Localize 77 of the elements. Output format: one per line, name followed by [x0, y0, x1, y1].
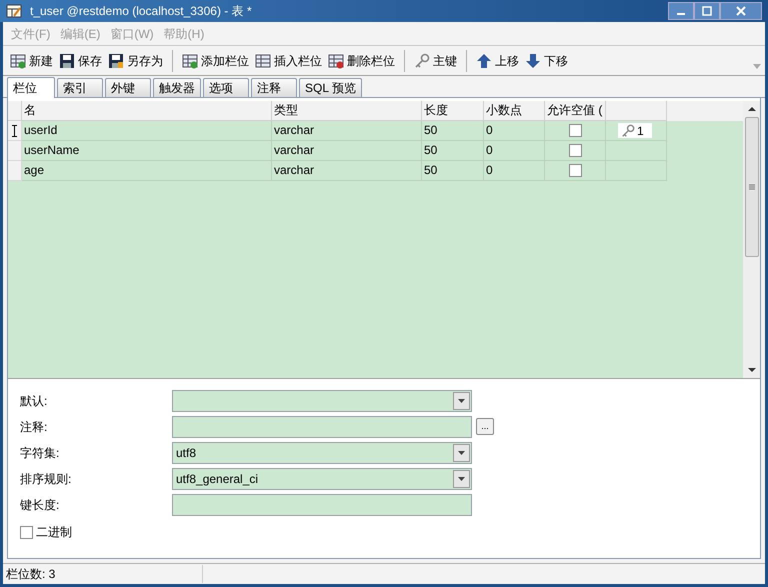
tab[interactable]: 外键: [105, 78, 151, 97]
field-label: 注释:: [20, 418, 48, 436]
caret-icon: [458, 398, 465, 402]
caret-icon: [458, 450, 465, 454]
close-icon: [735, 5, 747, 17]
table-cell: userName: [22, 141, 272, 161]
key-icon: [414, 52, 430, 68]
table-cell: varchar: [272, 141, 422, 161]
down-arrow-icon: [525, 52, 541, 68]
table-icon: [10, 52, 26, 68]
tab[interactable]: 注释: [251, 78, 297, 97]
dropdown[interactable]: utf8_general_ci: [172, 468, 472, 490]
tab[interactable]: 选项: [203, 78, 249, 97]
browse-button[interactable]: ...: [476, 418, 494, 435]
table-cell: varchar: [272, 161, 422, 181]
field-label: 键长度:: [20, 496, 60, 514]
maximize-icon: [701, 5, 713, 17]
table-icon: [328, 52, 344, 68]
checkbox-label: 二进制: [36, 524, 72, 541]
field-label: 默认:: [20, 392, 48, 410]
column-header[interactable]: 名: [22, 101, 272, 121]
toolbar-button[interactable]: 删除栏位: [325, 48, 398, 72]
table-icon: [255, 52, 271, 68]
table-cell: 50: [422, 161, 484, 181]
table-cell: varchar: [272, 121, 422, 141]
table-cell: 50: [422, 121, 484, 141]
status-text: 栏位数: 3: [3, 565, 203, 583]
vertical-scrollbar[interactable]: [743, 101, 760, 378]
row-header[interactable]: [8, 121, 22, 141]
toolbar-button[interactable]: 插入栏位: [252, 48, 325, 72]
input-field[interactable]: [172, 416, 472, 438]
window-title: t_user @restdemo (localhost_3306) - 表 *: [30, 3, 252, 20]
toolbar-button[interactable]: 上移: [473, 48, 522, 72]
tab[interactable]: 触发器: [153, 78, 201, 97]
column-header[interactable]: 小数点: [484, 101, 545, 121]
tab[interactable]: 索引: [57, 78, 103, 97]
tab[interactable]: SQL 预览: [299, 78, 362, 97]
key-icon: [620, 124, 636, 138]
column-header[interactable]: 长度: [422, 101, 484, 121]
table-cell: 0: [484, 141, 545, 161]
checkbox[interactable]: [568, 124, 582, 137]
table-cell: age: [22, 161, 272, 181]
table-edit-icon: [6, 3, 22, 19]
field-label: 字符集:: [20, 444, 60, 462]
floppy-icon: [59, 52, 75, 68]
checkbox[interactable]: [568, 164, 582, 177]
up-arrow-icon: [476, 52, 492, 68]
minimize-button[interactable]: [668, 2, 694, 20]
toolbar-button[interactable]: 添加栏位: [179, 48, 252, 72]
toolbar-button[interactable]: 保存: [56, 48, 105, 72]
scroll-thumb[interactable]: [744, 117, 758, 257]
floppy-icon: [108, 52, 124, 68]
column-header[interactable]: 允许空值 (: [545, 101, 606, 121]
toolbar-button[interactable]: 新建: [7, 48, 56, 72]
text-cursor-icon: [12, 124, 17, 136]
tab[interactable]: 栏位: [7, 77, 55, 98]
minimize-icon: [677, 13, 685, 15]
toolbar-button[interactable]: 主键: [411, 48, 460, 72]
caret-icon: [458, 476, 465, 480]
dropdown[interactable]: [172, 390, 472, 412]
table-cell: 0: [484, 161, 545, 181]
input-field[interactable]: [172, 494, 472, 516]
table-cell: 0: [484, 121, 545, 141]
dropdown[interactable]: utf8: [172, 442, 472, 464]
checkbox[interactable]: [568, 144, 582, 157]
table-icon: [182, 52, 198, 68]
column-header[interactable]: 类型: [272, 101, 422, 121]
checkbox[interactable]: [20, 526, 33, 538]
field-label: 排序规则:: [20, 470, 72, 488]
toolbar-button[interactable]: 另存为: [105, 48, 166, 72]
primary-key-badge: 1: [618, 123, 652, 138]
toolbar-button[interactable]: 下移: [522, 48, 571, 72]
close-button[interactable]: [720, 2, 762, 20]
overflow-caret-icon[interactable]: [753, 64, 761, 70]
maximize-button[interactable]: [694, 2, 720, 20]
table-cell: 50: [422, 141, 484, 161]
table-cell: userId: [22, 121, 272, 141]
